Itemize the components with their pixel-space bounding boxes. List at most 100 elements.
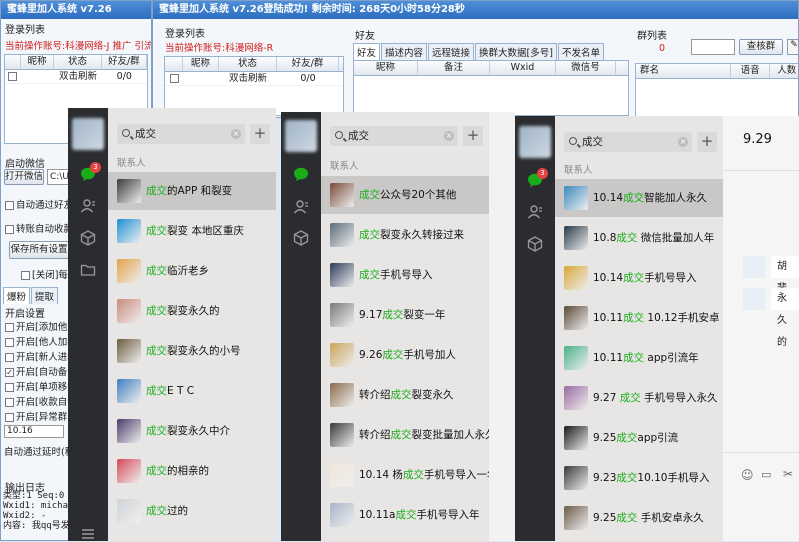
contact-avatar <box>117 499 141 523</box>
transfer-option[interactable]: 转账自动收款 <box>5 221 73 235</box>
tab-baofen[interactable]: 爆粉 <box>3 287 31 304</box>
group-grid[interactable]: 群名 语音 人数 <box>635 63 798 117</box>
option-2[interactable]: 开启[他人加我 <box>5 334 77 348</box>
option-7[interactable]: 开启[异常群自 <box>5 409 77 423</box>
contact-item[interactable]: 9.23成交10.10手机导入 <box>555 459 723 497</box>
contact-item[interactable]: 10.11a成交手机号导入年 <box>321 496 489 534</box>
contact-item[interactable]: 9.27 成交 手机号导入永久 <box>555 379 723 417</box>
add-button[interactable]: + <box>463 126 483 146</box>
check-group-button[interactable]: 查核群 <box>739 39 783 55</box>
folder-icon[interactable]: ▭ <box>761 468 771 481</box>
clear-icon[interactable]: × <box>231 129 241 139</box>
current-account: 当前操作账号:科漫网络-J 推广 引流 爽 <box>5 41 151 52</box>
tab-friends[interactable]: 好友 <box>353 43 381 60</box>
contact-item[interactable]: 转介绍成交裂变批量加人永久 <box>321 416 489 454</box>
add-button[interactable]: + <box>697 132 717 152</box>
contact-item[interactable]: 成交公众号20个其他 <box>321 176 489 214</box>
menu-icon[interactable] <box>80 526 96 542</box>
cube-icon[interactable] <box>527 236 543 252</box>
table-row[interactable]: 双击刷新 0/0 <box>165 72 343 86</box>
contact-item[interactable]: 成交的相亲的 <box>108 452 276 490</box>
search-input[interactable]: 成交 × <box>564 132 692 152</box>
cube-icon[interactable] <box>293 230 309 246</box>
contact-avatar <box>564 466 588 490</box>
contact-item[interactable]: 9.25成交app引流 <box>555 419 723 457</box>
contact-item[interactable]: 成交手机号导入 <box>321 256 489 294</box>
avatar <box>743 256 765 278</box>
contact-item[interactable]: 9.26成交手机号加人 <box>321 336 489 374</box>
contact-avatar <box>564 346 588 370</box>
contact-item[interactable]: 成交裂变永久中介 <box>108 412 276 450</box>
group-count-input[interactable] <box>691 39 735 55</box>
contact-name: 成交临沂老乡 <box>146 265 209 277</box>
auto-friend-option[interactable]: 自动通过好友 <box>5 197 73 211</box>
tab-tiqu[interactable]: 提取 <box>31 287 59 304</box>
scissors-icon[interactable]: ✂ <box>783 467 793 481</box>
tab-desc[interactable]: 描述内容 <box>381 43 428 60</box>
group-panel: 群列表 0 0 查核群 ✎ 群名 语音 人数 <box>635 27 798 117</box>
contact-item[interactable]: 转介绍成交裂变永久 <box>321 376 489 414</box>
chat-icon[interactable] <box>293 166 309 182</box>
option-1[interactable]: 开启[添加他人 <box>5 319 77 333</box>
contact-item[interactable]: 10.14 杨成交手机号导入一年... <box>321 456 489 494</box>
friends-grid[interactable]: 昵称 备注 Wxid 微信号 <box>353 60 629 116</box>
avatar[interactable] <box>285 120 317 152</box>
tab-bigdata[interactable]: 换群大数据[多号] <box>475 43 557 60</box>
contact-item[interactable]: 10.14成交手机号导入 <box>555 259 723 297</box>
login-grid[interactable]: 昵称 状态 好友/群 双击刷新 0/0 <box>164 56 344 116</box>
row-checkbox[interactable] <box>8 72 18 81</box>
contacts-icon[interactable] <box>527 204 543 220</box>
folder-icon[interactable] <box>80 262 96 278</box>
option-6[interactable]: 开启[收款自动 <box>5 394 77 408</box>
search-input[interactable]: 成交 × <box>117 124 245 144</box>
contact-item[interactable]: 成交裂变永久的 <box>108 292 276 330</box>
contact-item[interactable]: 10.8成交 微信批量加人年 <box>555 219 723 257</box>
cube-icon[interactable] <box>80 230 96 246</box>
contact-avatar <box>330 223 354 247</box>
contact-item[interactable]: 成交的APP 和裂变 <box>108 172 276 210</box>
avatar[interactable] <box>72 118 104 150</box>
open-wechat-button[interactable]: 打开微信 <box>4 169 44 185</box>
contact-item[interactable]: 9.25成交 手机安卓永久 <box>555 499 723 537</box>
contact-item[interactable]: 成交临沂老乡 <box>108 252 276 290</box>
contact-item[interactable]: 成交裂变 本地区重庆 <box>108 212 276 250</box>
contact-item[interactable]: 9.17成交裂变一年 <box>321 296 489 334</box>
contact-name: 成交裂变永久中介 <box>146 425 230 437</box>
contact-avatar <box>564 306 588 330</box>
section-contacts: 联系人 <box>330 161 359 172</box>
clear-icon[interactable]: × <box>444 131 454 141</box>
row-checkbox[interactable] <box>169 74 179 83</box>
tab-blacklist[interactable]: 不发名单 <box>557 43 604 60</box>
emoji-icon[interactable]: ☺ <box>741 468 754 482</box>
tab-remote[interactable]: 远程链接 <box>428 43 475 60</box>
contact-name: 成交裂变永久的小号 <box>146 345 241 357</box>
save-settings-button[interactable]: 保存所有设置 <box>9 241 69 259</box>
log-line: Wxid2: - <box>3 511 47 521</box>
search-input[interactable]: 成交 × <box>330 126 458 146</box>
contact-item[interactable]: 成交裂变永久转接过来 <box>321 216 489 254</box>
delay-input[interactable]: 10.16 <box>4 425 64 438</box>
contacts-icon[interactable] <box>80 198 96 214</box>
contact-avatar <box>117 339 141 363</box>
close-every-option[interactable]: [关闭]每 <box>21 267 68 281</box>
pencil-icon[interactable]: ✎ <box>787 39 798 55</box>
contact-avatar <box>330 463 354 487</box>
contact-item[interactable]: 成交E T C <box>108 372 276 410</box>
contact-item[interactable]: 10.11成交 10.12手机安卓 年 <box>555 299 723 337</box>
avatar[interactable] <box>519 126 551 158</box>
delay-label: 自动通过延时(秒 <box>4 447 75 458</box>
add-button[interactable]: + <box>250 124 270 144</box>
contact-avatar <box>330 423 354 447</box>
table-row[interactable]: 双击刷新 0/0 <box>5 70 147 84</box>
option-3[interactable]: 开启[新人进群 <box>5 349 77 363</box>
contact-item[interactable]: 10.11成交 app引流年 <box>555 339 723 377</box>
contacts-icon[interactable] <box>293 199 309 215</box>
option-5[interactable]: 开启[单项移注 <box>5 379 77 393</box>
contact-item[interactable]: 10.14成交智能加人永久 <box>555 179 723 217</box>
clear-icon[interactable]: × <box>678 137 688 147</box>
contact-item[interactable]: 成交过的 <box>108 492 276 530</box>
search-icon <box>122 129 130 137</box>
contact-item[interactable]: 成交裂变永久的小号 <box>108 332 276 370</box>
friends-panel: 好友 好友 描述内容 远程链接 换群大数据[多号] 不发名单 昵称 备注 Wxid 微信… <box>353 27 629 116</box>
option-4[interactable]: 开启[自动备注 <box>5 364 77 378</box>
